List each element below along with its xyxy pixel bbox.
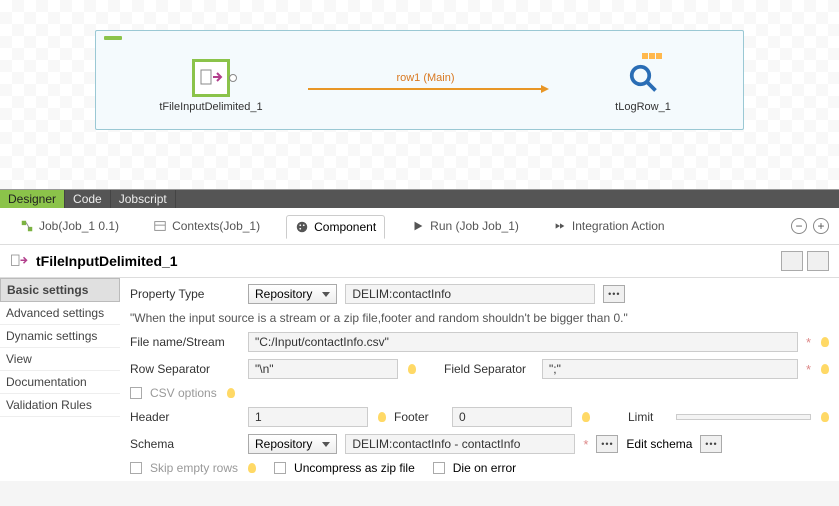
layout-list-button[interactable]: [807, 251, 829, 271]
property-type-label: Property Type: [130, 287, 240, 301]
minimize-button[interactable]: −: [791, 218, 807, 234]
component-header: tFileInputDelimited_1: [0, 245, 839, 278]
basic-settings-form: Property Type Repository DELIM:contactIn…: [120, 278, 839, 481]
property-browse-button[interactable]: •••: [603, 285, 625, 303]
hint-icon[interactable]: [408, 364, 416, 374]
layout-grid-button[interactable]: [781, 251, 803, 271]
required-icon: *: [583, 437, 588, 452]
hint-icon[interactable]: [821, 364, 829, 374]
row-separator-label: Row Separator: [130, 362, 240, 376]
chevron-down-icon: [322, 442, 330, 447]
hint-icon[interactable]: [582, 412, 590, 422]
skip-empty-checkbox[interactable]: [130, 462, 142, 474]
row-connection[interactable]: row1 (Main): [308, 88, 543, 90]
required-icon: *: [806, 362, 811, 377]
schema-browse-button[interactable]: •••: [596, 435, 618, 453]
view-run[interactable]: Run (Job Job_1): [403, 215, 527, 237]
field-separator-label: Field Separator: [444, 362, 534, 376]
hint-icon[interactable]: [227, 388, 235, 398]
schema-select[interactable]: Repository: [248, 434, 337, 454]
filename-input[interactable]: "C:/Input/contactInfo.csv": [248, 332, 798, 352]
edit-schema-button[interactable]: •••: [700, 435, 722, 453]
tab-code[interactable]: Code: [65, 190, 111, 208]
view-integration[interactable]: Integration Action: [545, 215, 673, 237]
die-on-error-label: Die on error: [453, 461, 516, 475]
hint-icon[interactable]: [378, 412, 386, 422]
footer-input[interactable]: 0: [452, 407, 572, 427]
uncompress-checkbox[interactable]: [274, 462, 286, 474]
schema-value[interactable]: DELIM:contactInfo - contactInfo: [345, 434, 575, 454]
field-separator-input[interactable]: ";": [542, 359, 798, 379]
limit-input[interactable]: [676, 414, 811, 420]
component-label: tFileInputDelimited_1: [159, 101, 262, 113]
sidebar-item-dynamic[interactable]: Dynamic settings: [0, 325, 120, 348]
filename-label: File name/Stream: [130, 335, 240, 349]
table-icon: [642, 53, 662, 59]
component-tFileInputDelimited[interactable]: tFileInputDelimited_1: [151, 59, 271, 113]
file-input-icon: [199, 66, 223, 90]
hint-icon[interactable]: [248, 463, 256, 473]
play-icon: [411, 219, 425, 233]
header-label: Header: [130, 410, 240, 424]
file-input-icon: [10, 252, 28, 270]
property-type-select[interactable]: Repository: [248, 284, 337, 304]
job-icon: [20, 219, 34, 233]
output-port[interactable]: [229, 74, 237, 82]
contexts-icon: [153, 219, 167, 233]
maximize-button[interactable]: +: [813, 218, 829, 234]
subjob-handle[interactable]: [104, 36, 122, 40]
csv-options-label: CSV options: [150, 386, 217, 400]
magnifier-icon: [628, 63, 658, 93]
views-tabbar: Job(Job_1 0.1) Contexts(Job_1) Component…: [0, 208, 839, 245]
edit-schema-label: Edit schema: [626, 437, 692, 451]
die-on-error-checkbox[interactable]: [433, 462, 445, 474]
view-job[interactable]: Job(Job_1 0.1): [12, 215, 127, 237]
footer-label: Footer: [394, 410, 444, 424]
sidebar-item-docs[interactable]: Documentation: [0, 371, 120, 394]
uncompress-label: Uncompress as zip file: [294, 461, 415, 475]
row-separator-input[interactable]: "\n": [248, 359, 398, 379]
chevron-down-icon: [322, 292, 330, 297]
view-component[interactable]: Component: [286, 215, 385, 239]
component-label: tLogRow_1: [615, 101, 671, 113]
designer-tabbar: Designer Code Jobscript: [0, 190, 839, 208]
limit-label: Limit: [628, 410, 668, 424]
component-tLogRow[interactable]: tLogRow_1: [583, 59, 703, 113]
sidebar-item-basic[interactable]: Basic settings: [0, 278, 120, 302]
footer-note: "When the input source is a stream or a …: [130, 311, 628, 325]
palette-icon: [295, 220, 309, 234]
tab-jobscript[interactable]: Jobscript: [111, 190, 176, 208]
integration-icon: [553, 219, 567, 233]
schema-label: Schema: [130, 437, 240, 451]
sidebar-item-view[interactable]: View: [0, 348, 120, 371]
hint-icon[interactable]: [821, 412, 829, 422]
arrow-icon: [541, 85, 549, 93]
design-canvas[interactable]: tFileInputDelimited_1 row1 (Main) tLogRo…: [0, 0, 839, 190]
subjob-container: tFileInputDelimited_1 row1 (Main) tLogRo…: [95, 30, 744, 130]
csv-options-checkbox[interactable]: [130, 387, 142, 399]
property-type-value[interactable]: DELIM:contactInfo: [345, 284, 595, 304]
settings-sidebar: Basic settings Advanced settings Dynamic…: [0, 278, 120, 481]
tab-designer[interactable]: Designer: [0, 190, 65, 208]
component-title: tFileInputDelimited_1: [36, 253, 178, 269]
sidebar-item-validation[interactable]: Validation Rules: [0, 394, 120, 417]
hint-icon[interactable]: [821, 337, 829, 347]
header-input[interactable]: 1: [248, 407, 368, 427]
skip-empty-label: Skip empty rows: [150, 461, 238, 475]
required-icon: *: [806, 335, 811, 350]
sidebar-item-advanced[interactable]: Advanced settings: [0, 302, 120, 325]
view-contexts[interactable]: Contexts(Job_1): [145, 215, 268, 237]
connection-label: row1 (Main): [396, 72, 454, 84]
